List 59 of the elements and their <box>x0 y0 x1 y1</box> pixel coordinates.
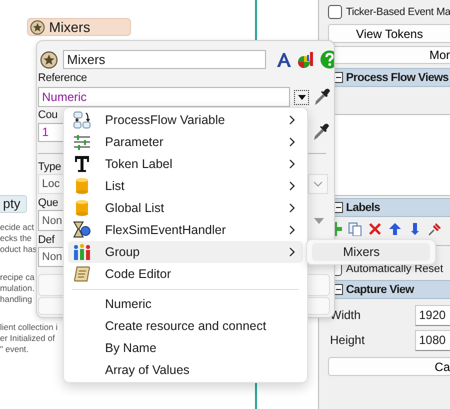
field-label: Reference <box>38 72 87 85</box>
field-label: Def <box>38 234 55 247</box>
menu-item[interactable]: FlexSimEventHandler <box>68 219 303 241</box>
section-title: Capture View <box>346 284 414 296</box>
field-label: Que <box>38 197 58 210</box>
sliders-icon <box>73 133 91 151</box>
menu-item[interactable]: Parameter <box>68 131 303 153</box>
field-label: Height <box>329 333 365 347</box>
shapes-icon <box>73 221 91 239</box>
name-field[interactable]: Mixers <box>63 50 266 69</box>
input-field[interactable]: Numeric <box>38 87 290 107</box>
serif-t-icon <box>73 155 91 173</box>
status-tag: pty <box>0 195 27 213</box>
section-title: Labels <box>346 202 380 214</box>
dropdown-button[interactable] <box>294 90 309 104</box>
chevron-icon <box>313 181 323 187</box>
panel-button[interactable]: View Tokens <box>328 24 450 43</box>
menu-item[interactable]: List <box>68 175 303 197</box>
scroll-icon <box>73 265 91 283</box>
node-label[interactable]: Mixers <box>27 18 131 36</box>
delete-icon[interactable] <box>368 222 382 236</box>
number-field[interactable]: 1080 <box>415 330 450 350</box>
people-icon <box>73 243 91 261</box>
collapse-icon[interactable] <box>334 284 343 295</box>
cylinder-icon <box>73 177 91 195</box>
copy-icon[interactable] <box>348 222 362 236</box>
note-text: lient collection i er Initialized of " event. <box>0 322 58 355</box>
font-icon[interactable] <box>276 52 292 68</box>
menu-item[interactable]: Code Editor <box>68 263 303 285</box>
checkbox-label: Automatically Reset <box>346 263 444 275</box>
menu-item[interactable]: Array of Values <box>68 359 303 381</box>
eyedropper-icon[interactable] <box>313 87 331 107</box>
menu-item[interactable]: Token Label <box>68 153 303 175</box>
submenu-item[interactable]: Mixers <box>312 243 430 261</box>
checkbox[interactable] <box>328 5 342 19</box>
menu-item[interactable]: Group <box>68 241 303 263</box>
section-title: Process Flow Views <box>346 72 449 84</box>
menu-item[interactable]: Global List <box>68 197 303 219</box>
collapse-icon[interactable] <box>334 202 343 213</box>
variable-icon <box>73 111 91 129</box>
cylinder-icon <box>73 199 91 217</box>
note-text: recipe ca mulation. handling <box>0 272 34 305</box>
chart-icon[interactable] <box>297 50 315 68</box>
node-name: Mixers <box>49 19 90 35</box>
up-arrow-icon[interactable] <box>388 222 402 236</box>
caret-icon[interactable] <box>314 218 324 224</box>
field-label: Type <box>38 161 62 174</box>
number-field[interactable]: 1920 <box>415 304 450 326</box>
pin-icon[interactable] <box>428 222 442 236</box>
menu-item[interactable]: ProcessFlow Variable <box>68 109 303 131</box>
caret-icon <box>298 94 306 100</box>
note-text: ecide act ecks the oduct has <box>0 222 37 255</box>
menu-item[interactable]: By Name <box>68 337 303 359</box>
menu-item[interactable]: Create resource and connect <box>68 315 303 337</box>
capture-button[interactable]: Ca <box>328 357 450 376</box>
collapse-icon[interactable] <box>334 72 343 83</box>
eyedropper-icon[interactable] <box>312 122 330 142</box>
field-label: Cou <box>38 109 58 122</box>
menu-item[interactable]: Numeric <box>68 293 303 315</box>
